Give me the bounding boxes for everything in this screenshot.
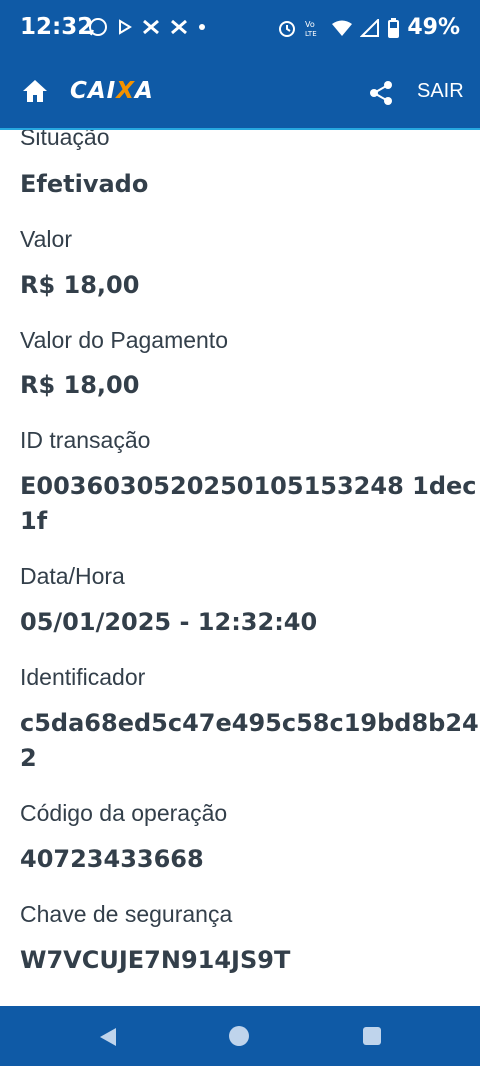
wifi-icon [332,20,353,36]
identificador-value-line2: 2 [20,744,37,772]
volte-icon: VoLTE [305,20,317,38]
x-icon [171,19,187,35]
app-header: CAIXA SAIR [0,56,480,130]
situacao-value: Efetivado [20,170,149,198]
share-icon[interactable] [368,80,394,106]
back-icon[interactable] [98,1027,118,1047]
alarm-icon [279,20,296,37]
status-bar: 12:32 Vo LTE 49% [0,0,480,56]
system-icons: Vo LTE 49% [278,15,460,40]
status-time: 12:32 [20,14,94,40]
id-transacao-label: ID transação [20,427,151,453]
home-nav-icon[interactable] [229,1026,249,1046]
transaction-details: Situação Efetivado Valor R$ 18,00 Valor … [0,130,480,1006]
play-icon [119,19,132,35]
system-nav-bar [0,1006,480,1066]
data-hora-label: Data/Hora [20,563,125,589]
signal-icon [360,18,380,37]
id-transacao-value-line1: E0036030520250105153248 1dec [20,472,477,500]
id-transacao-value-line2: 1f [20,507,48,535]
data-hora-value: 05/01/2025 - 12:32:40 [20,608,318,636]
caixa-logo: CAIXA [70,78,154,104]
battery-icon [388,17,400,38]
chave-seguranca-value: W7VCUJE7N914JS9T [20,946,291,974]
codigo-operacao-label: Código da operação [20,800,228,826]
valor-pagamento-label: Valor do Pagamento [20,327,228,353]
identificador-label: Identificador [20,664,146,690]
chave-seguranca-label: Chave de segurança [20,901,233,927]
svg-text:Vo: Vo [305,20,315,29]
situacao-label: Situação [20,130,110,150]
whatsapp-icon [89,18,107,36]
valor-label: Valor [20,226,72,252]
valor-pagamento-value: R$ 18,00 [20,371,140,399]
svg-text:LTE: LTE [305,30,317,38]
valor-value: R$ 18,00 [20,271,140,299]
sair-button[interactable]: SAIR [417,80,464,103]
notification-icons [88,17,206,37]
recent-apps-icon[interactable] [363,1027,381,1045]
dot-icon [199,24,205,30]
x-icon [143,19,159,35]
home-icon[interactable] [22,79,48,103]
battery-level: 49% [407,15,460,40]
codigo-operacao-value: 40723433668 [20,845,204,873]
identificador-value-line1: c5da68ed5c47e495c58c19bd8b24 [20,709,479,737]
